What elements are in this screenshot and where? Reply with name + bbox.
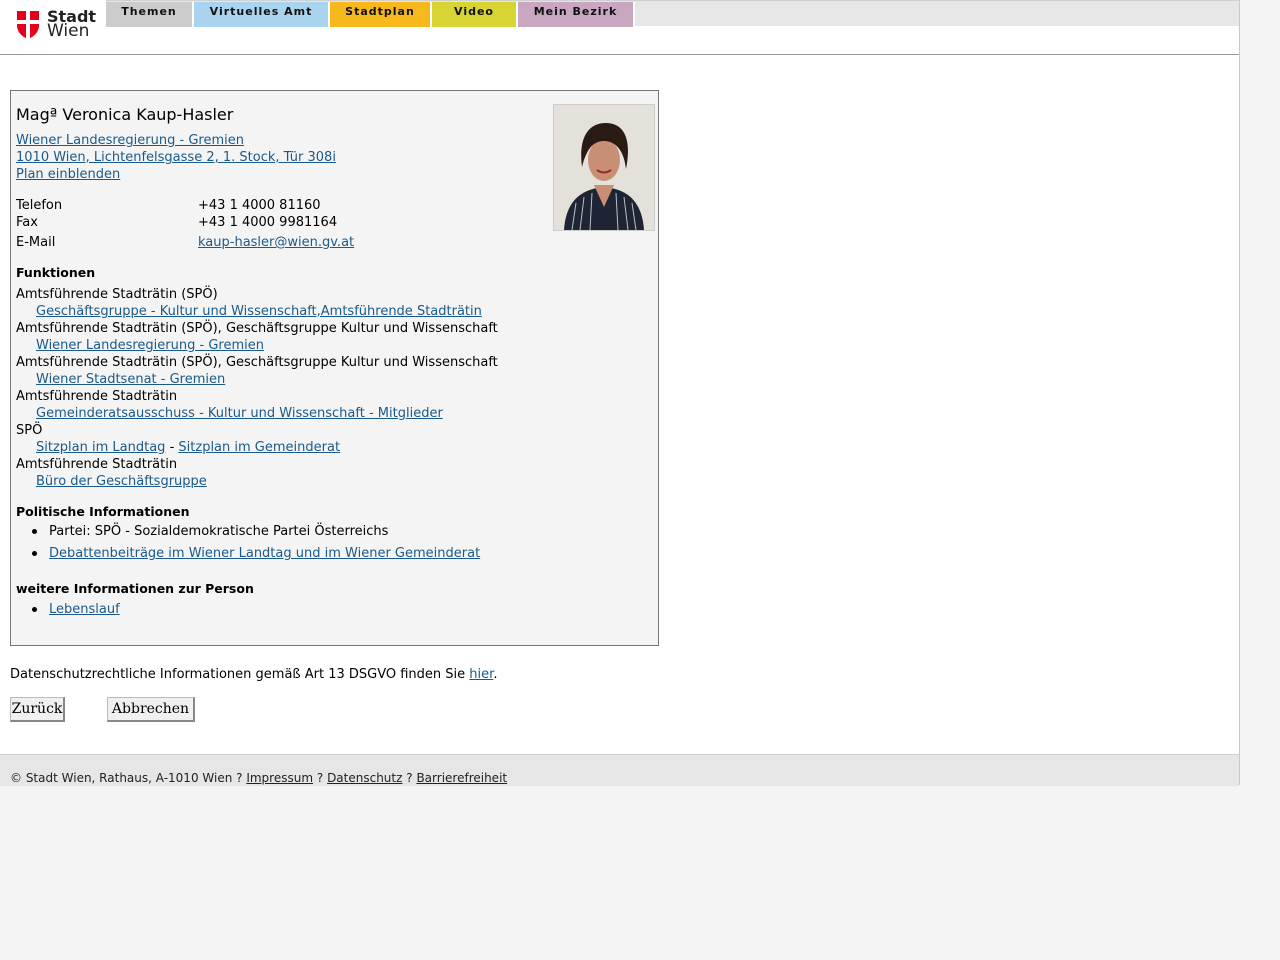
phone-label: Telefon — [16, 198, 63, 213]
seat-plan-links: Sitzplan im Landtag - Sitzplan im Gemein… — [36, 440, 340, 455]
function-link[interactable]: Wiener Landesregierung - Gremien — [36, 338, 264, 353]
datenschutz-link[interactable]: Datenschutz — [327, 771, 402, 785]
email-label: E-Mail — [16, 235, 56, 250]
stadt-wien-logo[interactable]: Stadt Wien — [17, 9, 97, 42]
seat-plan-landtag-link[interactable]: Sitzplan im Landtag — [36, 440, 165, 455]
function-role: SPÖ — [16, 423, 43, 438]
fax-label: Fax — [16, 215, 38, 230]
function-role: Amtsführende Stadträtin (SPÖ) — [16, 287, 218, 302]
politische-info-heading: Politische Informationen — [16, 504, 190, 519]
main-navigation: Themen Virtuelles Amt Stadtplan Video Me… — [106, 0, 1239, 27]
show-map-link[interactable]: Plan einblenden — [16, 167, 120, 182]
function-link[interactable]: Gemeinderatsausschuss - Kultur und Wisse… — [36, 406, 443, 421]
footer-copyright: © Stadt Wien, Rathaus, A-1010 Wien ? — [10, 771, 243, 785]
page: Stadt Wien Themen Virtuelles Amt Stadtpl… — [0, 0, 1240, 786]
privacy-link[interactable]: hier — [469, 667, 493, 682]
seat-plan-separator: - — [169, 440, 175, 455]
funktionen-heading: Funktionen — [16, 265, 96, 280]
party-info: Partei: SPÖ - Sozialdemokratische Partei… — [49, 524, 389, 539]
person-photo — [553, 104, 655, 231]
function-role: Amtsführende Stadträtin (SPÖ), Geschäfts… — [16, 321, 498, 336]
bullet-icon — [32, 529, 37, 534]
fax-value: +43 1 4000 9981164 — [198, 215, 338, 230]
function-role: Amtsführende Stadträtin (SPÖ), Geschäfts… — [16, 355, 498, 370]
cancel-button[interactable]: Abbrechen — [107, 697, 195, 722]
back-button[interactable]: Zurück — [10, 697, 65, 722]
function-link[interactable]: Wiener Stadtsenat - Gremien — [36, 372, 225, 387]
org-link[interactable]: Wiener Landesregierung - Gremien — [16, 133, 244, 148]
phone-value: +43 1 4000 81160 — [198, 198, 321, 213]
cv-link[interactable]: Lebenslauf — [49, 602, 120, 617]
privacy-end: . — [493, 667, 498, 682]
tab-video[interactable]: Video — [432, 2, 518, 27]
logo-text-wien: Wien — [47, 21, 90, 41]
seat-plan-gemeinderat-link[interactable]: Sitzplan im Gemeinderat — [178, 440, 340, 455]
person-card: Magª Veronica Kaup-Hasler Wiener Landesr… — [10, 90, 659, 646]
bullet-icon — [32, 607, 37, 612]
email-link[interactable]: kaup-hasler@wien.gv.at — [198, 235, 354, 250]
footer-separator: ? — [316, 771, 324, 785]
bullet-icon — [32, 551, 37, 556]
function-link[interactable]: Geschäftsgruppe - Kultur und Wissenschaf… — [36, 304, 482, 319]
tab-virtuelles-amt[interactable]: Virtuelles Amt — [194, 2, 330, 27]
tab-mein-bezirk[interactable]: Mein Bezirk — [518, 2, 635, 27]
person-name: Magª Veronica Kaup-Hasler — [16, 105, 234, 124]
privacy-text: Datenschutzrechtliche Informationen gemä… — [10, 667, 466, 682]
impressum-link[interactable]: Impressum — [246, 771, 313, 785]
address-link[interactable]: 1010 Wien, Lichtenfelsgasse 2, 1. Stock,… — [16, 150, 336, 165]
wien-shield-icon — [17, 11, 39, 39]
portrait-image — [554, 105, 654, 230]
tab-stadtplan[interactable]: Stadtplan — [330, 2, 432, 27]
function-role: Amtsführende Stadträtin — [16, 457, 178, 472]
footer-separator: ? — [406, 771, 413, 785]
function-role: Amtsführende Stadträtin — [16, 389, 178, 404]
privacy-notice: Datenschutzrechtliche Informationen gemä… — [10, 667, 497, 682]
barrierefreiheit-link[interactable]: Barrierefreiheit — [416, 771, 507, 785]
function-link[interactable]: Büro der Geschäftsgruppe — [36, 474, 207, 489]
tab-themen[interactable]: Themen — [106, 2, 194, 27]
site-footer: © Stadt Wien, Rathaus, A-1010 Wien ? Imp… — [0, 754, 1239, 786]
site-header: Stadt Wien Themen Virtuelles Amt Stadtpl… — [0, 0, 1239, 55]
weitere-info-heading: weitere Informationen zur Person — [16, 581, 254, 596]
debates-link[interactable]: Debattenbeiträge im Wiener Landtag und i… — [49, 546, 480, 561]
